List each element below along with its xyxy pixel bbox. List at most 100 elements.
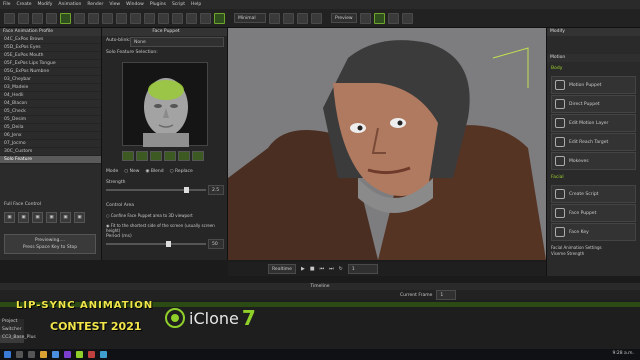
profile-item[interactable]: 04C_ExPos Brows [0, 36, 101, 44]
profile-item[interactable]: 05F_ExPos Lips Tongue [0, 60, 101, 68]
fit-option[interactable]: ◉ Fit to the shortest side of the screen… [106, 223, 227, 233]
gizmo-icon[interactable] [360, 12, 371, 24]
search-icon[interactable] [16, 351, 23, 358]
menu-modify[interactable]: Modify [37, 2, 52, 7]
preview-dropdown[interactable]: Preview [331, 13, 357, 23]
period-slider-handle[interactable] [166, 241, 171, 247]
profile-item[interactable]: 04_Hedli [0, 92, 101, 100]
fullscreen-icon[interactable] [402, 12, 413, 24]
profile-item[interactable]: 05_Desim [0, 116, 101, 124]
select-tool-icon[interactable] [60, 12, 71, 24]
view-icon[interactable] [172, 12, 183, 24]
playback-mode[interactable]: Realtime [268, 264, 296, 274]
wireframe-icon[interactable] [283, 12, 294, 24]
profile-item-selected[interactable]: Solo Feature [0, 156, 101, 164]
layout-icon[interactable] [186, 12, 197, 24]
undo-icon[interactable] [32, 12, 43, 24]
mode-new-radio[interactable]: ○ New [124, 169, 139, 174]
face-key-button[interactable]: Face Key [551, 223, 636, 241]
preview-button[interactable]: Previewing.... Press Space Key to Stop [4, 234, 96, 254]
strength-value[interactable]: 2.5 [208, 185, 224, 195]
redo-icon[interactable] [46, 12, 57, 24]
direct-puppet-button[interactable]: Direct Puppet [551, 95, 636, 113]
menu-render[interactable]: Render [87, 2, 103, 7]
profile-item[interactable]: 03_Madeie [0, 84, 101, 92]
face-control-icon[interactable]: ▣ [60, 212, 71, 223]
prev-frame-icon[interactable]: ⏮ [320, 266, 325, 272]
iclone-taskbar-icon[interactable] [76, 351, 83, 358]
menu-plugins[interactable]: Plugins [150, 2, 166, 7]
grid-icon[interactable] [144, 12, 155, 24]
feature-thumb[interactable] [178, 151, 190, 161]
feature-thumb[interactable] [150, 151, 162, 161]
rotate-tool-icon[interactable] [88, 12, 99, 24]
start-icon[interactable] [4, 351, 11, 358]
menu-script[interactable]: Script [172, 2, 185, 7]
menu-animation[interactable]: Animation [58, 2, 81, 7]
face-control-icon[interactable]: ▣ [32, 212, 43, 223]
profile-item[interactable]: 07_Jocmo [0, 140, 101, 148]
feature-thumb[interactable] [136, 151, 148, 161]
menu-window[interactable]: Window [126, 2, 144, 7]
menu-view[interactable]: View [109, 2, 120, 7]
feature-thumb[interactable] [122, 151, 134, 161]
profile-item[interactable]: 04_Blacon [0, 100, 101, 108]
current-frame-field[interactable]: 1 [436, 290, 457, 300]
track-character[interactable]: CC3_Base_Plus [0, 335, 36, 343]
menu-help[interactable]: Help [191, 2, 201, 7]
save-icon[interactable] [18, 12, 29, 24]
menu-file[interactable]: File [3, 2, 11, 7]
snap-icon[interactable] [158, 12, 169, 24]
app-icon[interactable] [100, 351, 107, 358]
next-frame-icon[interactable]: ⏭ [329, 266, 334, 272]
active-mode-icon[interactable] [214, 12, 225, 24]
mokeves-button[interactable]: Mokeves [551, 152, 636, 170]
solo-feature-picker[interactable] [122, 62, 208, 147]
light-icon[interactable] [130, 12, 141, 24]
shadow-icon[interactable] [311, 12, 322, 24]
move-tool-icon[interactable] [74, 12, 85, 24]
profile-item[interactable]: 05_Check [0, 108, 101, 116]
profile-item[interactable]: 05D_ExPos Eyes [0, 44, 101, 52]
face-control-icon[interactable]: ▣ [74, 212, 85, 223]
confine-option[interactable]: ○ Confine Face Puppet area to 3D viewpor… [106, 213, 193, 218]
task-view-icon[interactable] [28, 351, 35, 358]
strength-slider-handle[interactable] [184, 187, 189, 193]
strength-slider[interactable] [106, 187, 206, 193]
motion-tab[interactable]: Motion [547, 54, 640, 62]
face-control-icon[interactable]: ▣ [46, 212, 57, 223]
edit-motion-layer-button[interactable]: Edit Motion Layer [551, 114, 636, 132]
open-icon[interactable] [4, 12, 15, 24]
profile-item[interactable]: 05G_ExPos Numbne [0, 68, 101, 76]
explorer-icon[interactable] [40, 351, 47, 358]
create-script-button[interactable]: Create Script [551, 185, 636, 203]
profile-item[interactable]: 06_Jenx [0, 132, 101, 140]
texture-icon[interactable] [297, 12, 308, 24]
camera-icon[interactable] [116, 12, 127, 24]
shading-dropdown[interactable]: Minimal [234, 13, 266, 23]
feature-thumb[interactable] [164, 151, 176, 161]
track-switcher[interactable]: Switcher [0, 327, 24, 335]
feature-thumb[interactable] [192, 151, 204, 161]
sound-icon[interactable] [388, 12, 399, 24]
render-icon[interactable] [269, 12, 280, 24]
frame-field[interactable]: 1 [347, 264, 378, 274]
app-icon[interactable] [64, 351, 71, 358]
browser-icon[interactable] [52, 351, 59, 358]
mode-replace-radio[interactable]: ○ Replace [170, 169, 193, 174]
period-slider[interactable] [106, 241, 206, 247]
face-control-icon[interactable]: ▣ [4, 212, 15, 223]
3d-viewport[interactable] [228, 28, 546, 260]
profile-item[interactable]: 30C_Custom [0, 148, 101, 156]
edit-reach-target-button[interactable]: Edit Reach Target [551, 133, 636, 151]
motion-puppet-button[interactable]: Motion Puppet [551, 76, 636, 94]
pick-icon[interactable] [200, 12, 211, 24]
profile-item[interactable]: 05E_ExPos Mouth [0, 52, 101, 60]
face-puppet-button[interactable]: Face Puppet [551, 204, 636, 222]
auto-blink-dropdown[interactable]: None [130, 37, 224, 47]
period-value[interactable]: 50 [208, 239, 224, 249]
profile-item[interactable]: 05_Deila [0, 124, 101, 132]
stop-icon[interactable]: ■ [310, 266, 315, 272]
menu-create[interactable]: Create [17, 2, 32, 7]
loop-icon[interactable]: ↻ [339, 266, 343, 272]
